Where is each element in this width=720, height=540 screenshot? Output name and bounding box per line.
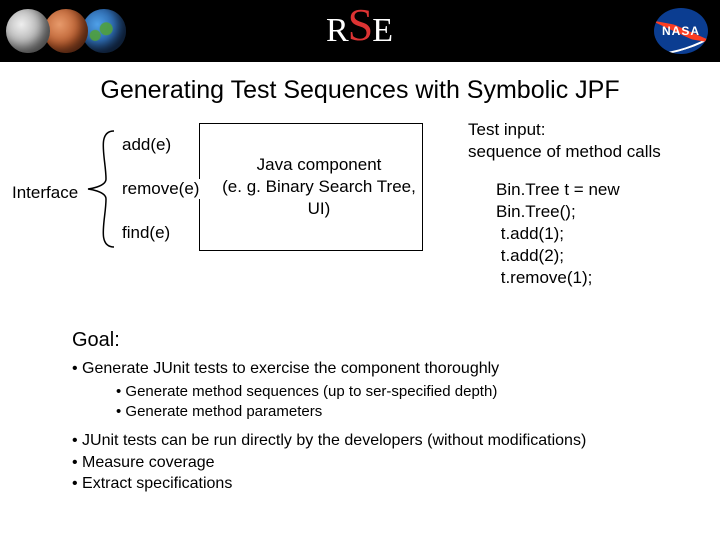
box-line1: Java component — [257, 154, 382, 176]
rse-logo: R S E — [326, 12, 394, 50]
moon-icon — [6, 9, 50, 53]
goal-bullet-1: Generate JUnit tests to exercise the com… — [72, 358, 672, 380]
diagram: Interface add(e) remove(e) find(e) Java … — [0, 117, 720, 307]
java-component-box: Java component (e. g. Binary Search Tree… — [199, 123, 423, 251]
test-input-line1: Test input: — [468, 119, 661, 141]
method-find: find(e) — [120, 223, 172, 243]
goal-bullet-3: Measure coverage — [72, 452, 672, 474]
nasa-text: NASA — [662, 24, 700, 38]
method-add: add(e) — [120, 135, 173, 155]
goal-bullet-2: JUnit tests can be run directly by the d… — [72, 430, 672, 452]
test-input-code: Bin.Tree t = new Bin.Tree(); t.add(1); t… — [496, 179, 620, 289]
nasa-logo: NASA — [654, 8, 708, 54]
rse-r: R — [326, 12, 350, 50]
rse-s: S — [348, 8, 375, 42]
test-input-heading: Test input: sequence of method calls — [468, 119, 661, 163]
curly-brace-icon — [86, 129, 116, 249]
rse-e: E — [372, 12, 394, 50]
test-input-line2: sequence of method calls — [468, 141, 661, 163]
slide-title: Generating Test Sequences with Symbolic … — [0, 76, 720, 105]
earth-icon — [82, 9, 126, 53]
goal-bullet-4: Extract specifications — [72, 473, 672, 495]
header-banner: R S E NASA — [0, 0, 720, 62]
goal-heading: Goal: — [72, 327, 672, 354]
box-line3: UI) — [308, 198, 331, 220]
planet-row — [6, 9, 120, 53]
mars-icon — [44, 9, 88, 53]
goal-sub-2: Generate method parameters — [116, 402, 672, 422]
interface-label: Interface — [12, 183, 78, 203]
goal-sub-1: Generate method sequences (up to ser-spe… — [116, 382, 672, 402]
box-line2: (e. g. Binary Search Tree, — [222, 176, 416, 198]
method-remove: remove(e) — [120, 179, 201, 199]
goal-section: Goal: Generate JUnit tests to exercise t… — [0, 327, 720, 495]
